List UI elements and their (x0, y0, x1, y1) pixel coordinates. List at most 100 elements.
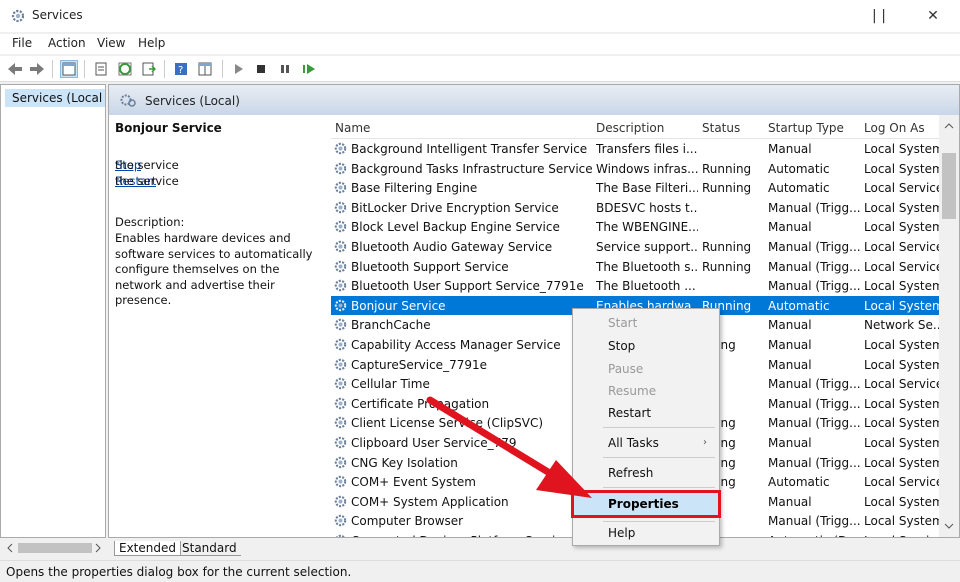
service-logon: Local Service (864, 475, 942, 490)
service-startup-type: Manual (768, 357, 812, 372)
list-header: Name Description Status Startup Type Log… (331, 115, 959, 139)
table-row[interactable]: Base Filtering Engine The Base Filteri...… (331, 178, 943, 198)
menu-view[interactable]: View (97, 36, 125, 50)
service-name: Client License Service (ClipSVC) (351, 416, 544, 431)
service-description: The Base Filteri... (596, 181, 698, 196)
menu-item-help[interactable]: Help (573, 523, 719, 543)
service-logon: Local System (864, 298, 942, 313)
scroll-right-icon[interactable] (92, 542, 104, 554)
restart-service-icon[interactable] (300, 60, 318, 78)
service-name: CaptureService_7791e (351, 357, 487, 372)
view-tabs: Extended Standard (108, 538, 960, 558)
stop-service-icon[interactable] (252, 60, 270, 78)
service-status: Running (702, 161, 752, 176)
menu-item-restart[interactable]: Restart (573, 403, 719, 423)
menu-item-pause: Pause (608, 362, 644, 376)
service-status: Running (702, 240, 752, 254)
service-name: COM+ System Application (351, 494, 509, 509)
vertical-scrollbar[interactable] (939, 115, 959, 537)
column-description[interactable]: Description (596, 121, 664, 135)
service-logon: Local System (864, 338, 942, 352)
service-description: BDESVC hosts t... (596, 200, 698, 215)
menu-item-properties[interactable]: Properties (571, 490, 721, 518)
forward-arrow-icon[interactable] (28, 60, 46, 78)
service-startup-type: Manual (768, 494, 812, 509)
service-gear-icon (334, 260, 347, 272)
pause-service-icon[interactable] (276, 60, 294, 78)
table-row[interactable]: Bluetooth Audio Gateway Service Service s… (331, 237, 943, 257)
column-startup-type[interactable]: Startup Type (768, 121, 844, 135)
service-name: BitLocker Drive Encryption Service (351, 200, 559, 215)
service-logon: Local System (864, 416, 942, 431)
scroll-thumb[interactable] (18, 543, 92, 553)
service-logon: Local Service (864, 259, 942, 274)
service-name: Bonjour Service (351, 298, 446, 313)
tree-node-services-local[interactable]: Services (Local (5, 89, 105, 107)
service-logon: Local System (864, 514, 942, 529)
service-name: Block Level Backup Engine Service (351, 220, 560, 235)
menu-separator (603, 487, 715, 488)
table-row[interactable]: Block Level Backup Engine Service The WBE… (331, 217, 943, 237)
service-description: The Bluetooth s... (596, 259, 698, 274)
show-console-tree-icon[interactable] (60, 60, 78, 78)
table-row[interactable]: Bluetooth User Support Service_7791e The … (331, 276, 943, 296)
tab-standard[interactable]: Standard (178, 541, 241, 556)
toolbar: ? (0, 56, 960, 82)
properties-sheet-icon[interactable] (92, 60, 110, 78)
service-startup-type: Automatic (D... (768, 534, 860, 537)
description-text: Enables hardware devices and software se… (115, 231, 313, 307)
menu-item-all-tasks[interactable]: All Tasks › (573, 433, 719, 453)
action-pane-icon[interactable] (196, 60, 214, 78)
tab-extended[interactable]: Extended (114, 541, 181, 556)
column-name[interactable]: Name (335, 121, 370, 135)
scroll-thumb[interactable] (942, 153, 956, 219)
description-pane: Bonjour Service Stop the service Restart… (115, 119, 327, 529)
service-gear-icon (334, 417, 347, 429)
menu-item-stop[interactable]: Stop (573, 336, 719, 356)
service-name: BranchCache (351, 318, 431, 333)
status-text: Opens the properties dialog box for the … (6, 565, 352, 579)
menu-item-refresh[interactable]: Refresh (573, 463, 719, 483)
tree-horizontal-scrollbar[interactable] (0, 540, 108, 556)
maximize-button[interactable]: | | (856, 4, 902, 28)
scroll-down-icon[interactable] (939, 519, 959, 533)
back-arrow-icon[interactable] (6, 60, 24, 78)
service-status: Running (702, 259, 752, 274)
service-gear-icon (334, 221, 347, 233)
services-panel: Services (Local) Bonjour Service Stop th… (108, 84, 960, 538)
table-row[interactable]: BitLocker Drive Encryption Service BDESVC… (331, 198, 943, 218)
service-gear-icon (334, 162, 347, 174)
menu-file[interactable]: File (12, 36, 32, 50)
column-status[interactable]: Status (702, 121, 740, 135)
menu-separator (603, 427, 715, 428)
scroll-up-icon[interactable] (939, 119, 959, 133)
service-logon: Local System (864, 200, 942, 215)
help-icon[interactable]: ? (172, 60, 190, 78)
table-row[interactable]: Bluetooth Support Service The Bluetooth s… (331, 257, 943, 277)
start-service-icon[interactable] (230, 60, 248, 78)
service-name: COM+ Event System (351, 475, 476, 490)
refresh-icon[interactable] (116, 60, 134, 78)
table-row[interactable]: Background Tasks Infrastructure Service W… (331, 159, 943, 179)
service-startup-type: Manual (768, 142, 812, 156)
service-description: The Bluetooth ... (596, 279, 696, 294)
tree-node-label: Services (Local (12, 91, 103, 105)
scroll-left-icon[interactable] (4, 542, 16, 554)
panel-title: Services (Local) (145, 94, 240, 108)
context-menu: Start Stop Pause Resume Restart All Task… (571, 308, 721, 546)
status-bar: Opens the properties dialog box for the … (0, 560, 960, 582)
service-startup-type: Manual (Trigg... (768, 377, 860, 392)
menu-help[interactable]: Help (138, 36, 165, 50)
close-button[interactable]: ✕ (910, 4, 956, 28)
export-list-icon[interactable] (140, 60, 158, 78)
service-startup-type: Manual (Trigg... (768, 279, 860, 294)
service-gear-icon (334, 515, 347, 527)
menu-action[interactable]: Action (48, 36, 86, 50)
service-gear-icon (334, 240, 347, 253)
service-gear-icon (334, 436, 347, 449)
table-row[interactable]: Background Intelligent Transfer Service T… (331, 139, 943, 159)
column-log-on-as[interactable]: Log On As (864, 121, 925, 135)
service-name: Bluetooth User Support Service_7791e (351, 279, 584, 294)
service-gear-icon (334, 377, 347, 390)
service-name: Connected Devices Platform Service (351, 534, 594, 537)
